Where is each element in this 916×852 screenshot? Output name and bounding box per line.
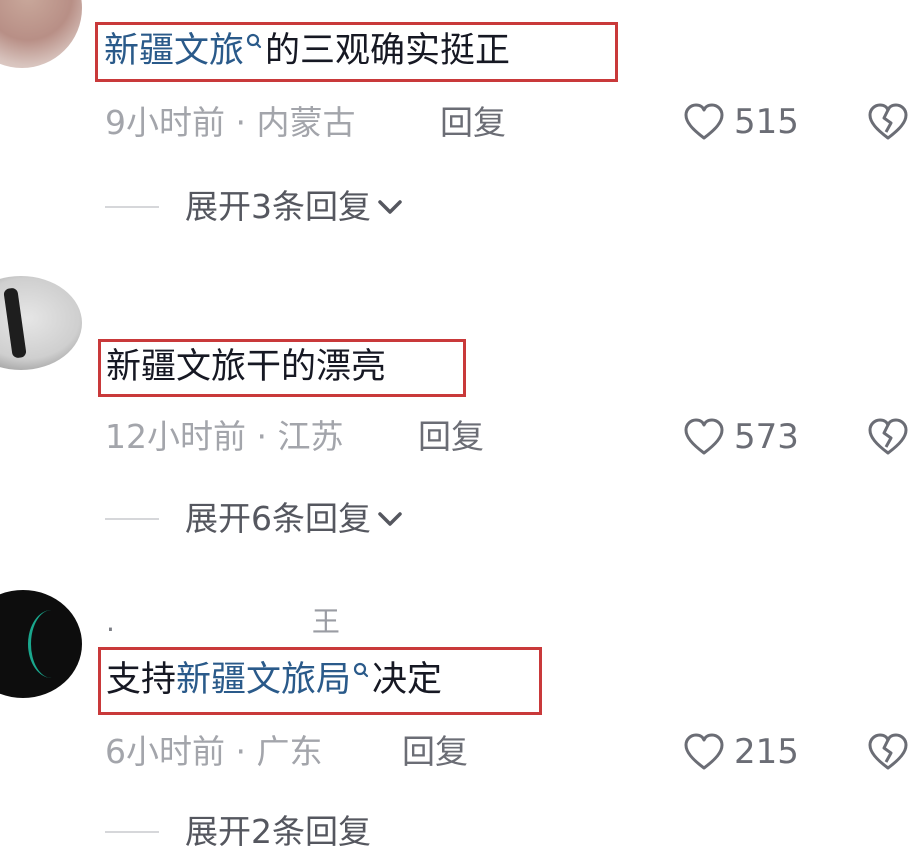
like-count: 215 bbox=[734, 732, 799, 772]
location: 内蒙古 bbox=[256, 103, 356, 142]
comment-meta: 6小时前 · 广东 bbox=[105, 732, 323, 772]
avatar-ring bbox=[28, 610, 75, 678]
search-icon bbox=[353, 662, 369, 678]
username[interactable]: . 王 bbox=[106, 600, 340, 640]
avatar[interactable] bbox=[0, 0, 82, 68]
expand-label: 展开2条回复 bbox=[185, 812, 371, 851]
like-button[interactable]: 515 bbox=[682, 102, 799, 142]
timestamp: 9小时前 bbox=[105, 103, 225, 142]
comment-body: 的三观确实挺正 bbox=[265, 31, 511, 71]
separator: · bbox=[256, 417, 268, 456]
expand-replies[interactable]: 展开2条回复 bbox=[105, 812, 371, 852]
expand-replies[interactable]: 展开3条回复 bbox=[105, 187, 405, 227]
avatar-figure bbox=[3, 287, 27, 359]
comment-text: 支持新疆文旅局 决定 bbox=[106, 658, 442, 702]
reply-button[interactable]: 回复 bbox=[402, 732, 468, 772]
search-icon bbox=[246, 33, 262, 49]
comment-meta: 12小时前 · 江苏 bbox=[105, 417, 344, 457]
broken-heart-icon[interactable] bbox=[866, 417, 910, 457]
like-button[interactable]: 215 bbox=[682, 732, 799, 772]
comment-body: 支持 bbox=[106, 660, 177, 700]
location: 广东 bbox=[256, 732, 323, 771]
broken-heart-icon[interactable] bbox=[866, 732, 910, 772]
divider bbox=[105, 518, 159, 520]
like-count: 515 bbox=[734, 102, 799, 142]
like-button[interactable]: 573 bbox=[682, 417, 799, 457]
separator: · bbox=[235, 732, 247, 771]
like-count: 573 bbox=[734, 417, 799, 457]
avatar[interactable] bbox=[0, 590, 82, 698]
reply-button[interactable]: 回复 bbox=[440, 103, 506, 143]
timestamp: 6小时前 bbox=[105, 732, 225, 771]
broken-heart-icon[interactable] bbox=[866, 102, 910, 142]
comment-text: 新疆文旅干的漂亮 bbox=[106, 345, 386, 389]
comment-body: 新疆文旅干的漂亮 bbox=[106, 347, 387, 387]
divider bbox=[105, 206, 159, 208]
reply-button[interactable]: 回复 bbox=[418, 417, 484, 457]
comment-text: 新疆文旅 的三观确实挺正 bbox=[104, 29, 510, 73]
chevron-down-icon bbox=[378, 512, 402, 526]
username-part: . bbox=[106, 605, 115, 638]
avatar[interactable] bbox=[0, 276, 82, 370]
location: 江苏 bbox=[277, 417, 344, 456]
heart-icon bbox=[684, 103, 724, 140]
heart-icon bbox=[684, 418, 724, 455]
chevron-down-icon bbox=[378, 200, 402, 214]
heart-icon bbox=[684, 733, 724, 770]
expand-replies[interactable]: 展开6条回复 bbox=[105, 499, 405, 539]
comment-body-end: 决定 bbox=[372, 660, 443, 700]
separator: · bbox=[235, 103, 247, 142]
comment-meta: 9小时前 · 内蒙古 bbox=[105, 103, 356, 143]
timestamp: 12小时前 bbox=[105, 417, 246, 456]
username-part: 王 bbox=[311, 605, 340, 638]
hashtag-link[interactable]: 新疆文旅 bbox=[104, 31, 244, 71]
expand-label: 展开3条回复 bbox=[185, 187, 371, 226]
hashtag-link[interactable]: 新疆文旅局 bbox=[176, 660, 351, 700]
expand-label: 展开6条回复 bbox=[185, 499, 371, 538]
